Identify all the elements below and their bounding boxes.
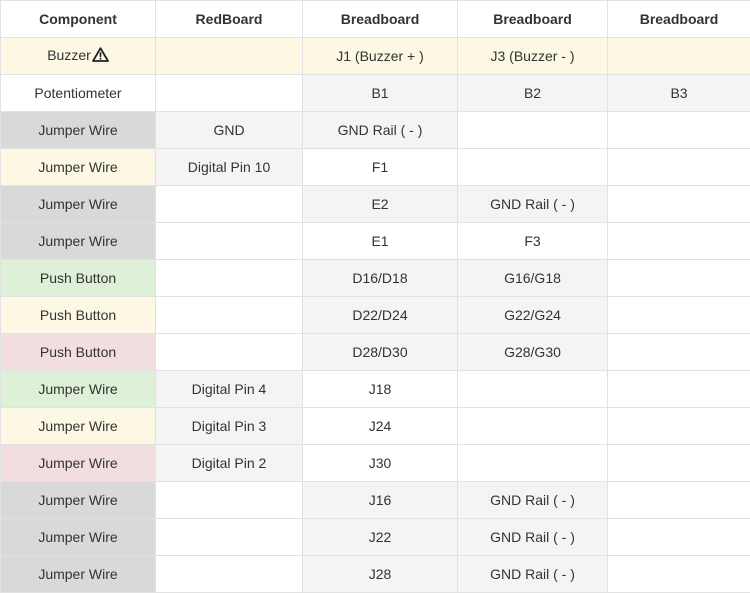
breadboard-cell-2: B2 [457,74,608,112]
redboard-cell [155,185,303,223]
component-cell: Jumper Wire [0,222,156,260]
table-row: Jumper Wire E2 GND Rail ( - ) [0,185,750,223]
table-row: Jumper Wire Digital Pin 10 F1 [0,148,750,186]
breadboard-cell-3 [607,555,750,593]
component-cell: Jumper Wire [0,370,156,408]
table-row: Jumper Wire J22 GND Rail ( - ) [0,518,750,556]
breadboard-cell-2: G28/G30 [457,333,608,371]
breadboard-cell-1: B1 [302,74,458,112]
header-breadboard-1: Breadboard [302,0,458,38]
table-row: Jumper Wire J16 GND Rail ( - ) [0,481,750,519]
breadboard-cell-2: GND Rail ( - ) [457,481,608,519]
component-cell: Push Button [0,296,156,334]
header-breadboard-2: Breadboard [457,0,608,38]
redboard-cell [155,259,303,297]
breadboard-cell-2 [457,407,608,445]
breadboard-cell-2 [457,370,608,408]
header-row: Component RedBoard Breadboard Breadboard… [0,0,750,38]
component-cell: Jumper Wire [0,111,156,149]
table-row: Jumper Wire Digital Pin 4 J18 [0,370,750,408]
warning-triangle-icon [91,47,109,65]
table-row: Jumper Wire Digital Pin 3 J24 [0,407,750,445]
redboard-cell [155,74,303,112]
component-cell: Jumper Wire [0,518,156,556]
component-label: Buzzer [47,47,91,63]
breadboard-cell-2: GND Rail ( - ) [457,185,608,223]
table-row: Buzzer J1 (Buzzer + ) J3 (Buzzer - ) [0,37,750,75]
redboard-cell [155,518,303,556]
breadboard-cell-2: GND Rail ( - ) [457,518,608,556]
component-cell: Jumper Wire [0,185,156,223]
header-redboard: RedBoard [155,0,303,38]
breadboard-cell-2: GND Rail ( - ) [457,555,608,593]
breadboard-cell-2: G16/G18 [457,259,608,297]
table-row: Jumper Wire Digital Pin 2 J30 [0,444,750,482]
table-row: Push Button D22/D24 G22/G24 [0,296,750,334]
breadboard-cell-3 [607,407,750,445]
breadboard-cell-3 [607,333,750,371]
redboard-cell [155,296,303,334]
redboard-cell: Digital Pin 3 [155,407,303,445]
redboard-cell: Digital Pin 4 [155,370,303,408]
header-breadboard-3: Breadboard [607,0,750,38]
component-cell: Jumper Wire [0,481,156,519]
hookup-table: Component RedBoard Breadboard Breadboard… [0,0,750,593]
breadboard-cell-3 [607,296,750,334]
breadboard-cell-2 [457,111,608,149]
table-row: Push Button D16/D18 G16/G18 [0,259,750,297]
redboard-cell: Digital Pin 2 [155,444,303,482]
table-row: Jumper Wire E1 F3 [0,222,750,260]
redboard-cell [155,222,303,260]
breadboard-cell-3 [607,185,750,223]
breadboard-cell-1: E1 [302,222,458,260]
component-cell: Jumper Wire [0,407,156,445]
component-cell: Potentiometer [0,74,156,112]
breadboard-cell-1: J30 [302,444,458,482]
breadboard-cell-1: D28/D30 [302,333,458,371]
breadboard-cell-3 [607,148,750,186]
table-row: Potentiometer B1 B2 B3 [0,74,750,112]
header-component: Component [0,0,156,38]
breadboard-cell-3 [607,111,750,149]
breadboard-cell-2 [457,148,608,186]
breadboard-cell-2 [457,444,608,482]
breadboard-cell-1: D22/D24 [302,296,458,334]
component-cell: Push Button [0,259,156,297]
redboard-cell [155,333,303,371]
breadboard-cell-2: F3 [457,222,608,260]
breadboard-cell-1: F1 [302,148,458,186]
redboard-cell: Digital Pin 10 [155,148,303,186]
breadboard-cell-1: J18 [302,370,458,408]
redboard-cell [155,37,303,75]
component-cell: Buzzer [0,37,156,75]
breadboard-cell-2: G22/G24 [457,296,608,334]
breadboard-cell-3 [607,370,750,408]
component-cell: Jumper Wire [0,444,156,482]
breadboard-cell-1: J1 (Buzzer + ) [302,37,458,75]
breadboard-cell-1: J24 [302,407,458,445]
redboard-cell [155,555,303,593]
breadboard-cell-1: J22 [302,518,458,556]
breadboard-cell-1: E2 [302,185,458,223]
breadboard-cell-3 [607,444,750,482]
breadboard-cell-3 [607,259,750,297]
breadboard-cell-3 [607,518,750,556]
redboard-cell [155,481,303,519]
component-cell: Jumper Wire [0,555,156,593]
breadboard-cell-3 [607,37,750,75]
breadboard-cell-3 [607,481,750,519]
breadboard-cell-1: GND Rail ( - ) [302,111,458,149]
breadboard-cell-3: B3 [607,74,750,112]
table-row: Push Button D28/D30 G28/G30 [0,333,750,371]
component-cell: Push Button [0,333,156,371]
breadboard-cell-1: D16/D18 [302,259,458,297]
table-row: Jumper Wire J28 GND Rail ( - ) [0,555,750,593]
table-row: Jumper Wire GND GND Rail ( - ) [0,111,750,149]
redboard-cell: GND [155,111,303,149]
component-cell: Jumper Wire [0,148,156,186]
breadboard-cell-2: J3 (Buzzer - ) [457,37,608,75]
breadboard-cell-3 [607,222,750,260]
breadboard-cell-1: J16 [302,481,458,519]
breadboard-cell-1: J28 [302,555,458,593]
